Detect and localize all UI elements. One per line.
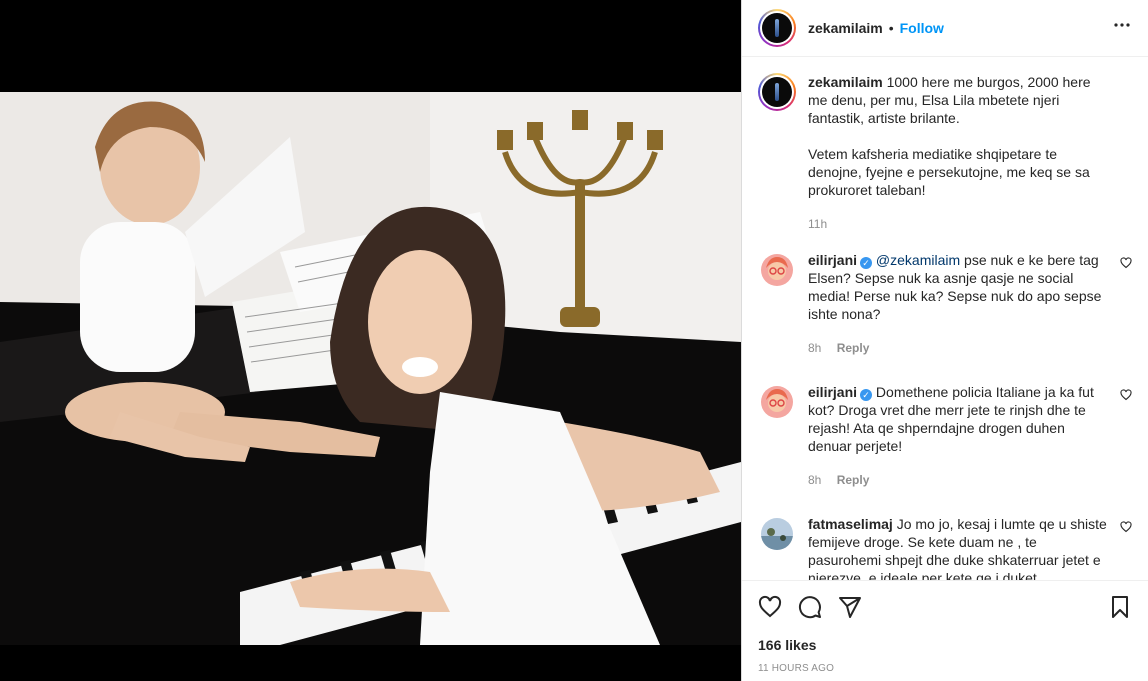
author-avatar-image	[762, 13, 792, 43]
comment-item: fatmaselimaj Jo mo jo, kesaj i lumte qe …	[758, 515, 1132, 580]
comment-icon[interactable]	[798, 595, 822, 619]
separator-dot: •	[888, 20, 894, 36]
post-detail-panel: zekamilaim • Follow zekamilaim 1000 here…	[741, 0, 1148, 681]
comment-username[interactable]: eilirjani	[808, 384, 857, 400]
caption-text-p2: Vetem kafsheria mediatike shqipetare te …	[808, 146, 1090, 198]
commenter-avatar[interactable]	[761, 386, 793, 418]
verified-badge-icon: ✓	[860, 257, 873, 269]
comment-item: eilirjani ✓ @zekamilaim pse nuk e ke bere…	[758, 251, 1132, 357]
commenter-avatar[interactable]	[761, 518, 793, 550]
comment-username[interactable]: eilirjani	[808, 252, 857, 268]
post-timestamp[interactable]: 11 HOURS AGO	[758, 663, 1132, 674]
follow-button[interactable]: Follow	[900, 20, 944, 36]
comments-list[interactable]: zekamilaim 1000 here me burgos, 2000 her…	[742, 57, 1148, 580]
post-media-viewer	[0, 0, 741, 681]
comment-meta: 8h Reply	[808, 339, 1108, 357]
caption: zekamilaim 1000 here me burgos, 2000 her…	[758, 73, 1132, 233]
post-header: zekamilaim • Follow	[742, 0, 1148, 57]
reply-button[interactable]: Reply	[837, 473, 870, 487]
commenter-avatar[interactable]	[761, 254, 793, 286]
caption-time-label: 11h	[808, 217, 828, 231]
more-options-icon[interactable]	[1110, 13, 1134, 43]
caption-username[interactable]: zekamilaim	[808, 74, 883, 90]
comment-time: 8h	[808, 473, 822, 487]
post-photo[interactable]	[0, 92, 741, 645]
comment-username[interactable]: fatmaselimaj	[808, 516, 893, 532]
comment-mention[interactable]: @zekamilaim	[876, 252, 960, 268]
bookmark-icon[interactable]	[1108, 595, 1132, 619]
comment-like-heart-icon[interactable]	[1120, 389, 1132, 401]
comment-item: eilirjani ✓ Domethene policia Italiane ja…	[758, 383, 1132, 489]
comment-time: 8h	[808, 341, 822, 355]
comment-like-heart-icon[interactable]	[1120, 521, 1132, 533]
verified-badge-icon: ✓	[860, 389, 873, 401]
author-username[interactable]: zekamilaim	[808, 20, 883, 36]
caption-avatar-image	[762, 77, 792, 107]
action-icon-row	[758, 581, 1132, 633]
comment-meta: 8h Reply	[808, 471, 1108, 489]
author-avatar[interactable]	[758, 9, 796, 47]
heart-icon[interactable]	[758, 595, 782, 619]
paper-plane-icon[interactable]	[838, 595, 862, 619]
likes-count[interactable]: 166 likes	[758, 637, 1132, 653]
caption-avatar[interactable]	[758, 73, 796, 111]
comment-like-heart-icon[interactable]	[1120, 257, 1132, 269]
reply-button[interactable]: Reply	[837, 341, 870, 355]
caption-time: 11h	[808, 215, 1108, 233]
post-actions: 166 likes 11 HOURS AGO	[742, 580, 1148, 681]
